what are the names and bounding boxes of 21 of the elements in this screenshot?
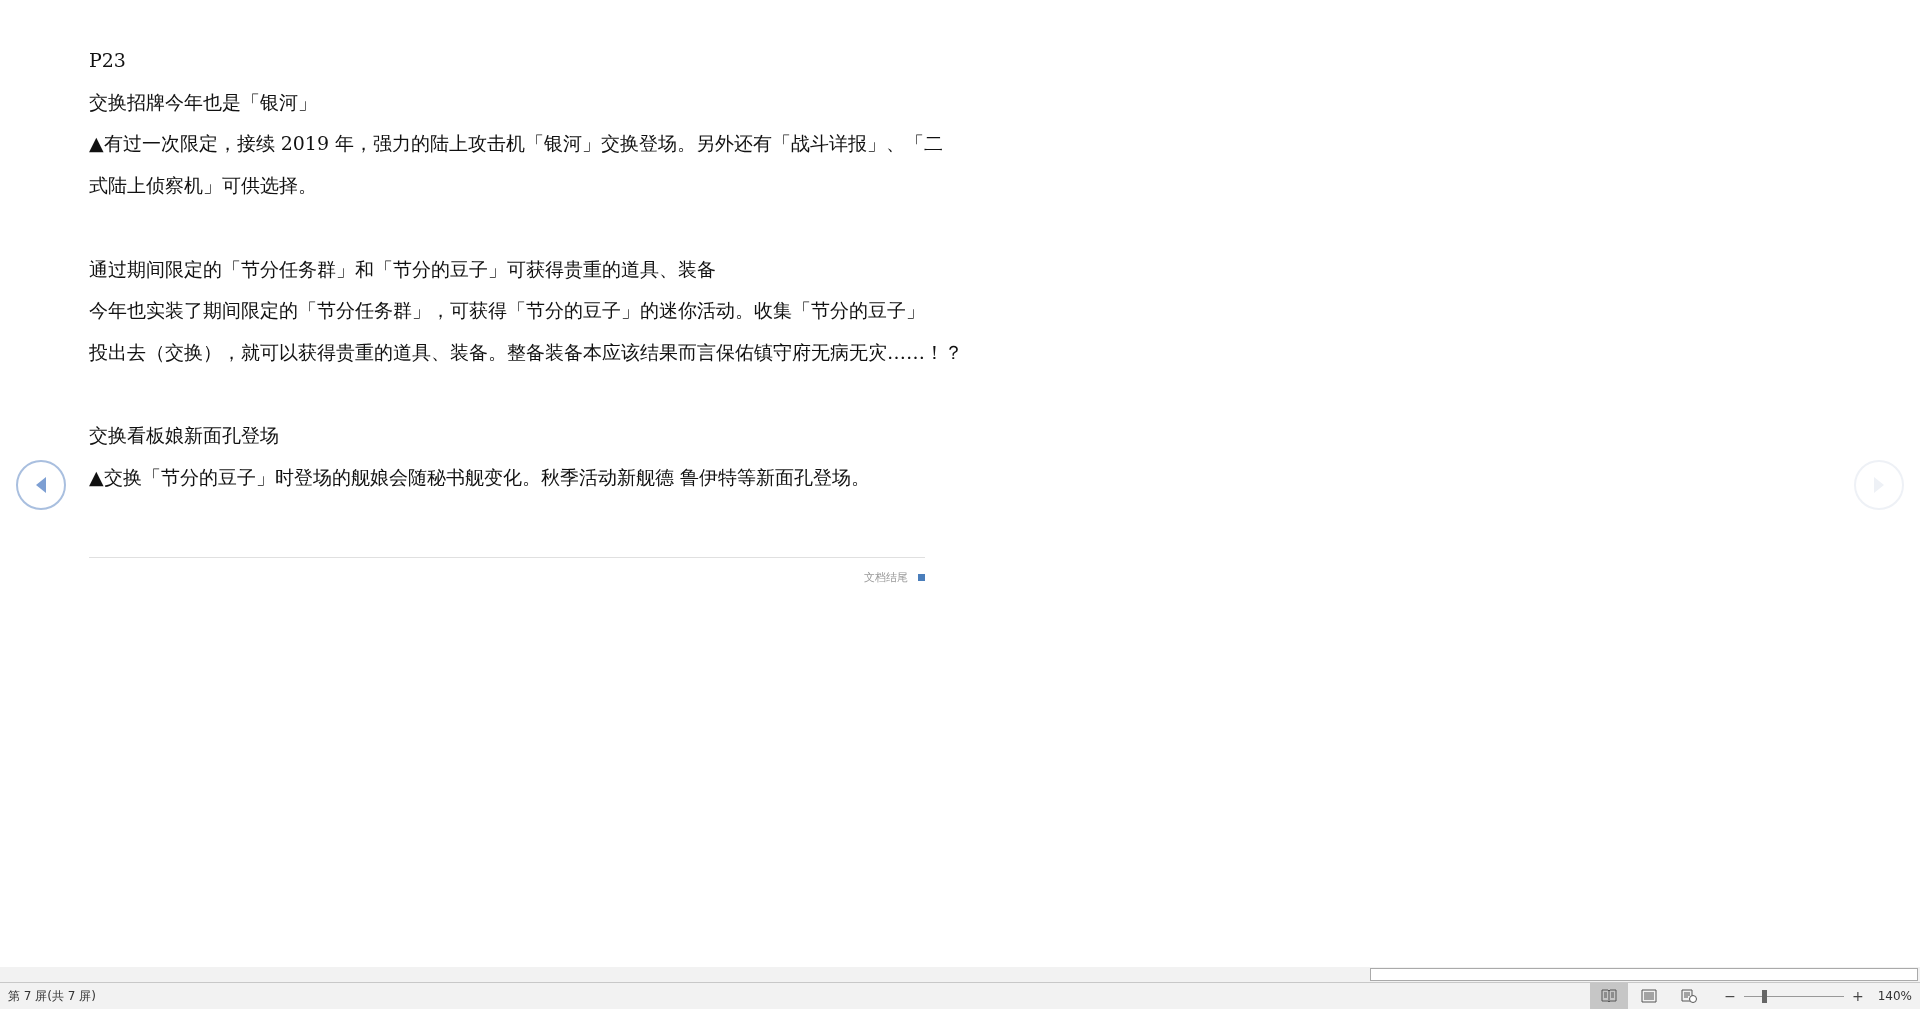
left-triangle-icon — [34, 476, 48, 494]
paragraph-text: P23 — [89, 48, 127, 73]
zoom-out-button[interactable]: − — [1720, 988, 1740, 1004]
paragraph-text: 通过期间限定的「节分任务群」和「节分的豆子」可获得贵重的道具、装备 — [89, 256, 717, 282]
previous-screen-button[interactable] — [16, 460, 66, 510]
end-of-document-label: 文档结尾 — [864, 569, 908, 585]
horizontal-scrollbar[interactable] — [1370, 968, 1918, 981]
paragraph-text: 今年也实装了期间限定的「节分任务群」，可获得「节分的豆子」的迷你活动。收集「节分的豆子」 投出去（交换），就可以获得贵重的道具、装备。整备装备本应该结果而言保佑镇守府无病无灾……！？ — [89, 298, 964, 365]
web-page-icon — [1681, 989, 1698, 1003]
zoom-slider-thumb[interactable] — [1761, 989, 1767, 1003]
page-info: 第 7 屏(共 7 屏) — [7, 987, 97, 1005]
page-lines-icon — [1641, 989, 1658, 1003]
paragraph-text: 交换招牌今年也是「银河」 — [89, 89, 318, 115]
paragraph-text: ▲交换「节分的豆子」时登场的舰娘会随秘书舰变化。秋季活动新舰德 鲁伊特等新面孔登场。 — [89, 465, 871, 490]
zoom-in-button[interactable]: + — [1847, 988, 1868, 1004]
paragraph-text: 交换看板娘新面孔登场 — [89, 423, 280, 449]
paragraph-text: ▲有过一次限定，接续 2019 年，强力的陆上攻击机「银河」交换登场。另外还有「战斗详报」、「二 式陆上侦察机」可供选择。 — [89, 131, 945, 199]
zoom-percentage: 140% — [1876, 989, 1913, 1003]
square-icon — [918, 573, 925, 581]
book-icon — [1601, 989, 1618, 1003]
view-mode-button[interactable] — [1590, 983, 1629, 1009]
